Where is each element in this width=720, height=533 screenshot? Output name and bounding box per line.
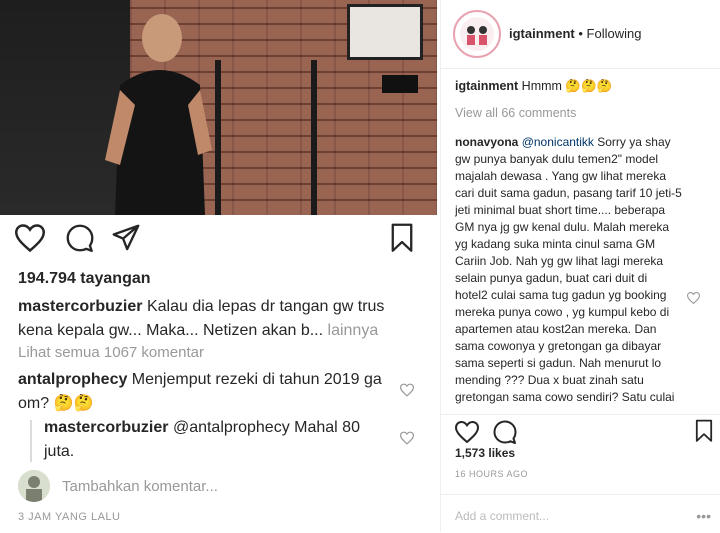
comment-text: Sorry ya shay gw punya banyak dulu temen…: [455, 135, 682, 408]
avatar-logo-icon: [467, 26, 487, 45]
caption-more-link[interactable]: lainnya: [323, 322, 379, 339]
mobile-post-panel: 194.794 tayangan mastercorbuzier Kalau d…: [0, 0, 437, 532]
view-count[interactable]: 194.794 tayangan: [18, 270, 151, 288]
comment-username[interactable]: antalprophecy: [18, 371, 127, 388]
wall-frame: [347, 4, 423, 60]
bookmark-icon: [391, 223, 413, 252]
post-timestamp: 3 JAM YANG LALU: [18, 511, 121, 523]
header-username[interactable]: igtainment: [509, 26, 575, 41]
caption-text: Hmmm 🤔🤔🤔: [518, 79, 613, 93]
heart-icon[interactable]: [455, 421, 479, 443]
comment-like-heart-icon[interactable]: [400, 383, 414, 397]
like-button[interactable]: [14, 222, 46, 254]
view-all-comments-link[interactable]: View all 66 comments: [455, 105, 713, 122]
add-comment-input[interactable]: Tambahkan komentar...: [62, 478, 218, 495]
comment-item: nonavyona @nonicantikk Sorry ya shay gw …: [455, 134, 683, 408]
comment-button[interactable]: [64, 222, 96, 254]
post-action-bar: [0, 222, 437, 262]
post-video[interactable]: [0, 0, 437, 215]
bookmark-icon[interactable]: [695, 419, 713, 443]
more-options-icon[interactable]: •••: [696, 508, 711, 524]
post-header: igtainment • Following: [441, 0, 720, 69]
reply-like-heart-icon[interactable]: [400, 431, 414, 445]
caption-username[interactable]: igtainment: [455, 79, 518, 93]
web-sidebar-panel: igtainment • Following igtainment Hmmm 🤔…: [440, 0, 720, 532]
view-all-comments-link[interactable]: Lihat semua 1067 komentar: [18, 344, 204, 361]
comment-username[interactable]: nonavyona: [455, 135, 518, 149]
heart-icon: [15, 224, 45, 252]
sidebar-action-bar: [441, 414, 720, 445]
screenshot-root: 194.794 tayangan mastercorbuzier Kalau d…: [0, 0, 720, 532]
reply-item: mastercorbuzier @antalprophecy Mahal 80 …: [44, 416, 384, 464]
comment-bubble-icon: [66, 224, 94, 252]
share-button[interactable]: [110, 222, 142, 254]
avatar-inner: [460, 17, 494, 51]
add-comment-input[interactable]: Add a comment...: [455, 509, 549, 523]
comments-section: igtainment Hmmm 🤔🤔🤔 View all 66 comments…: [455, 78, 713, 408]
comment-like-heart-icon[interactable]: [687, 292, 700, 304]
caption-comment: igtainment Hmmm 🤔🤔🤔: [455, 78, 713, 95]
add-comment-bar: Add a comment... •••: [441, 494, 720, 533]
comment-bubble-icon[interactable]: [493, 420, 517, 444]
post-timestamp: 16 HOURS AGO: [455, 469, 529, 479]
header-handle-row: igtainment • Following: [509, 26, 641, 41]
reply-thread-line: [30, 420, 32, 462]
reply-username[interactable]: mastercorbuzier: [44, 419, 169, 436]
likes-count[interactable]: 1,573 likes: [455, 446, 515, 460]
wall-sign: [382, 75, 418, 93]
post-caption: mastercorbuzier Kalau dia lepas dr tanga…: [18, 295, 418, 343]
avatar-figure-icon: [18, 470, 50, 502]
man-figure: [105, 14, 212, 215]
gym-machine: [215, 60, 317, 215]
user-avatar: [18, 470, 50, 502]
share-paper-plane-icon: [112, 224, 140, 251]
comment-item: antalprophecy Menjemput rezeki di tahun …: [18, 368, 398, 416]
caption-username[interactable]: mastercorbuzier: [18, 298, 143, 315]
igtainment-avatar[interactable]: [453, 10, 501, 58]
save-button[interactable]: [386, 222, 418, 254]
comment-mention[interactable]: @nonicantikk: [518, 135, 594, 149]
follow-status[interactable]: • Following: [578, 26, 641, 41]
add-comment-row[interactable]: Tambahkan komentar...: [18, 470, 428, 504]
